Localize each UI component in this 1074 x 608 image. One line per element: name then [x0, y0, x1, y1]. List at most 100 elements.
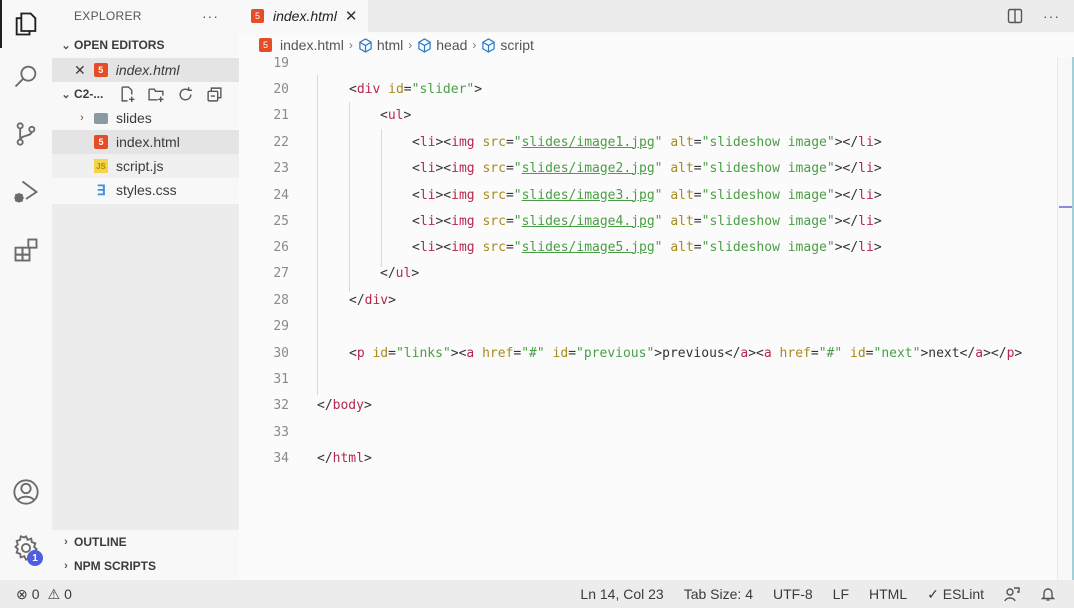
image-path-link[interactable]: slides/image3.jpg: [522, 188, 655, 203]
notification-badge: 1: [27, 550, 43, 566]
breadcrumb-label: index.html: [280, 37, 344, 53]
code-text: </div>: [349, 292, 396, 308]
warning-count: 0: [64, 586, 72, 602]
code-line: 33: [239, 419, 1057, 445]
tree-item-slides[interactable]: › slides: [52, 106, 239, 130]
code-text: <li><img src="slides/image3.jpg" alt="sl…: [412, 187, 882, 203]
tree-item-label: index.html: [116, 134, 180, 150]
extensions-button[interactable]: [0, 226, 52, 274]
accounts-button[interactable]: [0, 468, 52, 516]
source-control-button[interactable]: [0, 110, 52, 158]
line-number: 29: [273, 318, 289, 334]
chevron-right-icon: ›: [64, 560, 68, 572]
problems-indicator[interactable]: ⊗ 0 ⚠ 0: [0, 586, 72, 603]
code-text: <li><img src="slides/image1.jpg" alt="sl…: [412, 134, 882, 150]
tab-index-html[interactable]: 5 index.html ✕: [239, 0, 368, 32]
line-number: 26: [273, 239, 289, 255]
code-line: 22 <li><img src="slides/image1.jpg" alt=…: [239, 129, 1057, 155]
breadcrumb-file[interactable]: 5 index.html: [259, 37, 344, 53]
run-debug-button[interactable]: [0, 168, 52, 216]
manage-button[interactable]: 1: [0, 524, 52, 572]
tree-item-index-html[interactable]: 5 index.html: [52, 130, 239, 154]
search-icon: [14, 65, 37, 88]
open-editor-label: index.html: [115, 62, 180, 78]
error-count: 0: [31, 586, 40, 602]
breadcrumb-label: head: [436, 37, 468, 53]
breadcrumb-script[interactable]: script: [481, 37, 534, 53]
chevron-right-icon: ›: [472, 38, 477, 52]
html5-icon: 5: [93, 63, 108, 77]
feedback-icon[interactable]: [1004, 586, 1020, 602]
image-path-link[interactable]: slides/image2.jpg: [522, 161, 655, 176]
tree-item-styles-css[interactable]: ∃ styles.css: [52, 178, 239, 202]
source-control-icon: [16, 122, 36, 146]
language-mode[interactable]: HTML: [869, 586, 907, 602]
explorer-button[interactable]: [0, 0, 52, 48]
bell-icon[interactable]: [1040, 586, 1056, 602]
code-line: 31: [239, 366, 1057, 392]
tab-label: index.html: [273, 8, 337, 24]
new-folder-icon[interactable]: [148, 86, 165, 103]
chevron-right-icon: ›: [408, 38, 413, 52]
code-line: 30 <p id="links"><a href="#" id="previou…: [239, 340, 1057, 366]
line-number: 21: [273, 107, 289, 123]
line-number: 23: [273, 160, 289, 176]
search-button[interactable]: [0, 52, 52, 100]
explorer-title: EXPLORER: [74, 9, 142, 23]
open-editors-title: OPEN EDITORS: [74, 38, 165, 52]
chevron-right-icon: ›: [348, 38, 353, 52]
npm-scripts-section[interactable]: › NPM SCRIPTS: [52, 554, 239, 578]
npm-scripts-title: NPM SCRIPTS: [74, 559, 157, 573]
chevron-right-icon: ›: [64, 536, 68, 548]
new-file-icon[interactable]: [119, 85, 136, 103]
breadcrumb-head[interactable]: head: [417, 37, 467, 53]
code-text: </html>: [317, 450, 372, 466]
open-editor-item[interactable]: ✕ 5 index.html: [52, 58, 239, 82]
cursor-position[interactable]: Ln 14, Col 23: [580, 586, 663, 602]
code-editor[interactable]: 19 20 <div id="slider"> 21 <ul> 22 <li><…: [239, 57, 1057, 580]
code-text: </body>: [317, 397, 372, 413]
open-editors-section[interactable]: ⌄ OPEN EDITORS: [52, 32, 239, 58]
chevron-down-icon: ⌄: [61, 88, 71, 101]
image-path-link[interactable]: slides/image1.jpg: [522, 135, 655, 150]
html5-icon: 5: [251, 9, 264, 23]
status-bar: ⊗ 0 ⚠ 0 Ln 14, Col 23 Tab Size: 4 UTF-8 …: [0, 580, 1074, 608]
end-of-line[interactable]: LF: [833, 586, 849, 602]
breadcrumb-label: script: [500, 37, 534, 53]
outline-title: OUTLINE: [74, 535, 127, 549]
line-number: 34: [273, 450, 289, 466]
breadcrumb-label: html: [376, 37, 404, 53]
outline-section[interactable]: › OUTLINE: [52, 530, 239, 554]
folder-section[interactable]: ⌄ C2-...: [52, 82, 239, 106]
code-text: <p id="links"><a href="#" id="previous">…: [349, 345, 1023, 361]
split-editor-icon[interactable]: [1007, 8, 1023, 24]
account-icon: [13, 479, 39, 505]
tree-item-script-js[interactable]: JS script.js: [52, 154, 239, 178]
folder-icon: [94, 112, 108, 124]
refresh-icon[interactable]: [177, 86, 194, 103]
collapse-all-icon[interactable]: [206, 86, 223, 103]
image-path-link[interactable]: slides/image4.jpg: [522, 214, 655, 229]
eslint-status[interactable]: ✓ ESLint: [927, 586, 984, 603]
code-text: <ul>: [380, 107, 412, 123]
editor-more-button[interactable]: ···: [1043, 8, 1060, 24]
image-path-link[interactable]: slides/image5.jpg: [522, 240, 655, 255]
breadcrumb-html[interactable]: html: [358, 37, 403, 53]
tab-size[interactable]: Tab Size: 4: [684, 586, 753, 602]
symbol-element-icon: [418, 37, 431, 53]
explorer-sidebar: EXPLORER ··· ⌄ OPEN EDITORS ✕ 5 index.ht…: [52, 0, 239, 580]
line-number: 19: [273, 57, 289, 71]
vertical-scrollbar[interactable]: [1057, 57, 1074, 580]
close-icon[interactable]: ✕: [74, 62, 86, 79]
activity-bar: 1: [0, 0, 52, 580]
encoding[interactable]: UTF-8: [773, 586, 813, 602]
close-icon[interactable]: ✕: [345, 7, 358, 25]
folder-title: C2-...: [74, 87, 104, 101]
line-number: 33: [273, 424, 289, 440]
tree-item-label: script.js: [116, 158, 164, 174]
explorer-more-button[interactable]: ···: [202, 8, 219, 24]
error-icon: ⊗: [16, 585, 28, 602]
code-line: 23 <li><img src="slides/image2.jpg" alt=…: [239, 155, 1057, 181]
tree-item-label: styles.css: [116, 182, 177, 198]
code-text: <div id="slider">: [349, 81, 483, 97]
